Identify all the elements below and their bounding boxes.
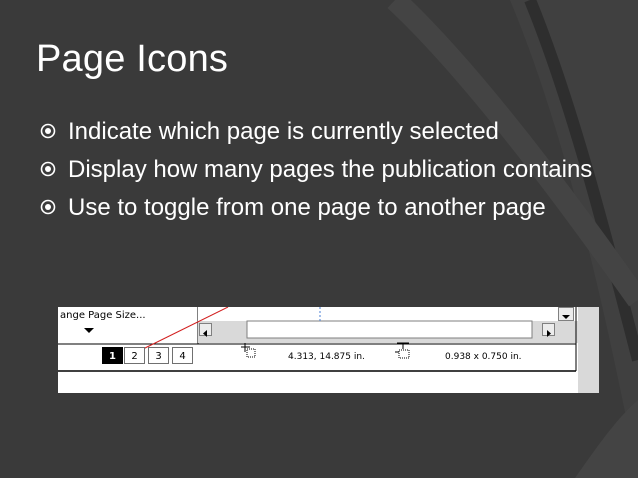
bullet-item: Use to toggle from one page to another p… [40, 192, 600, 223]
dropdown-arrow-icon[interactable] [84, 328, 94, 333]
page-size-label: ange Page Size... [60, 310, 146, 321]
page-icon-3[interactable]: 3 [148, 347, 169, 364]
object-size-icon [395, 342, 410, 359]
circle-bullet-icon [40, 199, 56, 215]
bullet-text: Display how many pages the publication c… [68, 156, 593, 183]
scroll-down-icon[interactable] [558, 307, 574, 321]
page-icon-1[interactable]: 1 [102, 347, 123, 364]
bullet-list: Indicate which page is currently selecte… [40, 116, 600, 230]
position-crosshair-icon [241, 343, 256, 358]
circle-bullet-icon [40, 123, 56, 139]
size-readout: 0.938 x 0.750 in. [445, 352, 522, 362]
bullet-item: Indicate which page is currently selecte… [40, 116, 600, 147]
publisher-screenshot: ange Page Size... 1 2 3 4 4.313, 14.875 … [58, 307, 599, 393]
slide-title: Page Icons [36, 38, 229, 80]
circle-bullet-icon [40, 161, 56, 177]
bullet-text: Indicate which page is currently selecte… [68, 118, 499, 145]
scroll-right-icon[interactable] [542, 323, 555, 337]
scroll-left-icon[interactable] [199, 323, 212, 337]
position-readout: 4.313, 14.875 in. [288, 352, 365, 362]
page-icon-2[interactable]: 2 [124, 347, 145, 364]
page-icon-4[interactable]: 4 [172, 347, 193, 364]
bullet-text: Use to toggle from one page to another p… [68, 194, 546, 221]
bullet-item: Display how many pages the publication c… [40, 154, 600, 185]
